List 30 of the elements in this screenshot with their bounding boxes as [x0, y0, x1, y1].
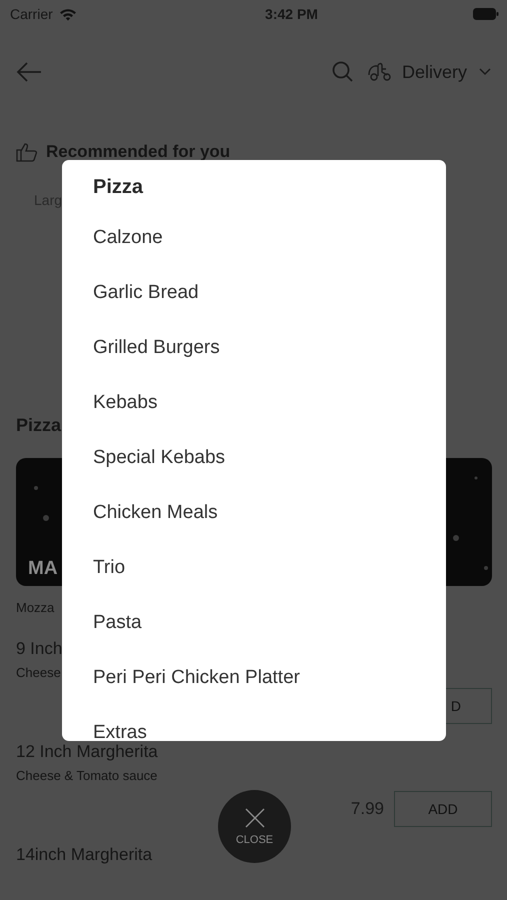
banner-caption: Mozza — [16, 600, 56, 615]
product-description: Cheese — [16, 665, 61, 680]
back-arrow-icon[interactable] — [16, 62, 42, 82]
category-item[interactable]: Grilled Burgers — [62, 320, 446, 375]
category-item[interactable]: Chicken Meals — [62, 485, 446, 540]
battery-icon — [472, 8, 499, 20]
banner-title: MA — [28, 558, 58, 580]
chevron-down-icon[interactable] — [479, 68, 491, 76]
category-item[interactable]: Extras — [62, 705, 446, 741]
close-icon — [244, 808, 264, 828]
carrier-label: Carrier — [10, 6, 53, 22]
wifi-icon — [58, 8, 77, 20]
category-item[interactable]: Special Kebabs — [62, 430, 446, 485]
product-name: 12 Inch Margherita — [16, 742, 158, 762]
close-button[interactable]: CLOSE — [218, 790, 291, 863]
thumbs-up-icon — [16, 142, 38, 162]
category-item[interactable]: Trio — [62, 540, 446, 595]
category-item[interactable]: Garlic Bread — [62, 265, 446, 320]
product-name: 9 Inch — [16, 639, 62, 659]
category-item[interactable]: Peri Peri Chicken Platter — [62, 650, 446, 705]
product-description: Cheese & Tomato sauce — [16, 768, 158, 783]
section-heading: Pizza — [16, 415, 60, 436]
section-heading: Recommended for you — [46, 142, 230, 162]
category-item[interactable]: Pasta — [62, 595, 446, 650]
menu-title: Pizza — [92, 175, 144, 199]
category-item[interactable]: Calzone — [62, 210, 446, 265]
category-item[interactable]: Kebabs — [62, 375, 446, 430]
search-icon[interactable] — [332, 61, 354, 83]
status-time: 3:42 PM — [265, 6, 318, 22]
product-name: 14inch Margherita — [16, 845, 152, 865]
